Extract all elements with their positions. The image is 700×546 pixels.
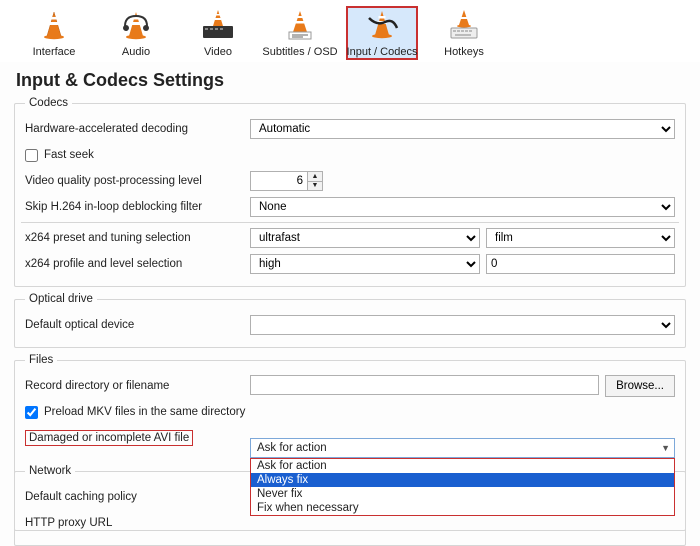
dd-option-ask[interactable]: Ask for action — [251, 459, 674, 473]
tab-label: Interface — [33, 46, 76, 58]
files-group: Files Record directory or filename Brows… — [14, 354, 686, 531]
record-dir-label: Record directory or filename — [25, 380, 250, 392]
fast-seek-input[interactable] — [25, 149, 38, 162]
tab-hotkeys[interactable]: Hotkeys — [428, 6, 500, 60]
dd-option-always-fix[interactable]: Always fix — [251, 473, 674, 487]
skip-filter-select[interactable]: None — [250, 197, 675, 217]
dd-option-never-fix[interactable]: Never fix — [251, 487, 674, 501]
codecs-group: Codecs Hardware-accelerated decoding Aut… — [14, 97, 686, 287]
optical-legend: Optical drive — [25, 293, 97, 305]
video-quality-input[interactable] — [250, 171, 308, 191]
tab-label: Hotkeys — [444, 46, 484, 58]
preload-mkv-checkbox[interactable]: Preload MKV files in the same directory — [25, 406, 245, 419]
optical-device-label: Default optical device — [25, 319, 250, 331]
tab-label: Subtitles / OSD — [262, 46, 337, 58]
separator — [21, 222, 679, 223]
damaged-avi-selected[interactable]: Ask for action ▼ — [250, 438, 675, 458]
x264-profile-select[interactable]: high — [250, 254, 480, 274]
damaged-avi-label-wrap: Damaged or incomplete AVI file — [25, 430, 250, 446]
tab-subtitles[interactable]: Subtitles / OSD — [264, 6, 336, 60]
record-dir-input[interactable] — [250, 375, 599, 395]
fast-seek-checkbox[interactable]: Fast seek — [25, 149, 94, 162]
cone-keyboard-icon — [447, 8, 481, 42]
damaged-avi-selected-text: Ask for action — [257, 442, 327, 454]
cone-headphones-icon — [119, 8, 153, 42]
cone-subtitle-icon — [283, 8, 317, 42]
skip-filter-label: Skip H.264 in-loop deblocking filter — [25, 201, 250, 213]
dd-option-fix-when-necessary[interactable]: Fix when necessary — [251, 501, 674, 515]
tab-input-codecs[interactable]: Input / Codecs — [346, 6, 418, 60]
hw-decoding-select[interactable]: Automatic — [250, 119, 675, 139]
chevron-down-icon: ▼ — [661, 443, 670, 453]
damaged-avi-options-list: Ask for action Always fix Never fix Fix … — [250, 458, 675, 516]
spinner-buttons[interactable]: ▲▼ — [308, 171, 323, 191]
tab-video[interactable]: Video — [182, 6, 254, 60]
x264-tuning-select[interactable]: film — [486, 228, 675, 248]
x264-preset-label: x264 preset and tuning selection — [25, 232, 250, 244]
browse-button[interactable]: Browse... — [605, 375, 675, 397]
hw-decoding-label: Hardware-accelerated decoding — [25, 123, 250, 135]
video-quality-label: Video quality post-processing level — [25, 175, 250, 187]
x264-profile-label: x264 profile and level selection — [25, 258, 250, 270]
tab-label: Audio — [122, 46, 150, 58]
x264-level-input[interactable] — [486, 254, 675, 274]
x264-preset-select[interactable]: ultrafast — [250, 228, 480, 248]
spin-up-icon[interactable]: ▲ — [308, 172, 322, 182]
preload-mkv-input[interactable] — [25, 406, 38, 419]
tab-label: Input / Codecs — [347, 46, 418, 58]
cone-icon — [37, 8, 71, 42]
fast-seek-label: Fast seek — [44, 149, 94, 161]
damaged-avi-dropdown[interactable]: Ask for action ▼ Ask for action Always f… — [250, 438, 675, 516]
video-quality-spinner[interactable]: ▲▼ — [250, 171, 323, 191]
cone-film-icon — [201, 8, 235, 42]
tab-audio[interactable]: Audio — [100, 6, 172, 60]
codecs-legend: Codecs — [25, 97, 72, 109]
toolbar: Interface Audio Video Subtitles / OSD In… — [0, 0, 700, 62]
tab-interface[interactable]: Interface — [18, 6, 90, 60]
cone-cable-icon — [365, 8, 399, 42]
spin-down-icon[interactable]: ▼ — [308, 182, 322, 191]
optical-device-select[interactable] — [250, 315, 675, 335]
page-title: Input & Codecs Settings — [0, 62, 700, 97]
tab-label: Video — [204, 46, 232, 58]
optical-group: Optical drive Default optical device — [14, 293, 686, 348]
preload-mkv-label: Preload MKV files in the same directory — [44, 406, 245, 418]
damaged-avi-label: Damaged or incomplete AVI file — [25, 430, 193, 446]
files-legend: Files — [25, 354, 57, 366]
